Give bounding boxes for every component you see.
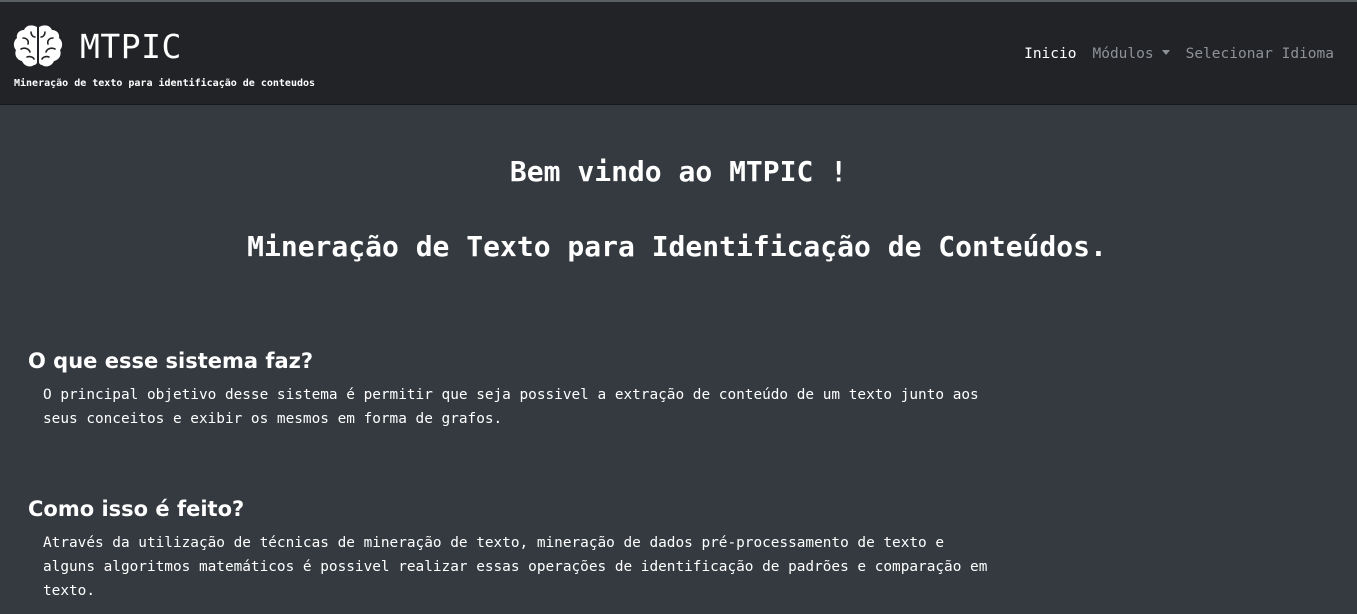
nav-inicio[interactable]: Inicio: [1024, 46, 1076, 62]
welcome-heading: Bem vindo ao MTPIC !: [509, 155, 848, 188]
brand-name: MTPIC: [80, 26, 182, 66]
section-text-what: O principal objetivo desse sistema é per…: [43, 387, 979, 427]
section-text-how: Através da utilização de técnicas de min…: [43, 535, 988, 599]
brand-subtitle: Mineração de texto para identificação de…: [14, 78, 316, 89]
page-subtitle: Mineração de Texto para Identificação de…: [247, 230, 1107, 263]
nav-modulos-dropdown[interactable]: Módulos: [1092, 46, 1170, 62]
section-title-what: O que esse sistema faz?: [28, 349, 314, 373]
brand-link[interactable]: MTPIC: [13, 24, 182, 68]
nav-modulos-label: Módulos: [1092, 46, 1154, 62]
caret-down-icon: [1161, 50, 1170, 55]
brain-icon: [13, 25, 63, 67]
navbar: MTPIC Mineração de texto para identifica…: [0, 2, 1357, 105]
section-title-how: Como isso é feito?: [28, 497, 245, 521]
nav-selecionar-idioma[interactable]: Selecionar Idioma: [1186, 46, 1334, 62]
main-nav: Inicio Módulos Selecionar Idioma: [1024, 46, 1334, 62]
